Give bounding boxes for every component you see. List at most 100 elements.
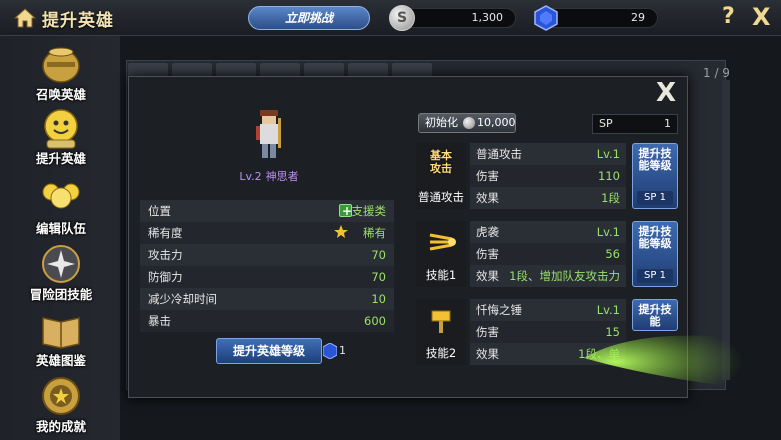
sidebar-item-achievements[interactable]: 我的成就 [18, 374, 104, 438]
skill-basic-attack: 基本攻击 普通攻击 普通攻击 Lv.1 伤害 110 效果 1段 提升技能等级 SP … [416, 143, 680, 211]
skill-badge: 技能1 [416, 221, 466, 287]
skill-effect-key: 效果 [476, 191, 499, 205]
sidebar-item-label: 冒险团技能 [29, 287, 93, 302]
stat-row: 位置 支援类 [140, 200, 394, 222]
sidebar: 召唤英雄 提升英雄 编辑队伍 冒险团技能 英雄图鉴 我的成就 [0, 36, 120, 440]
upgrade-hero-level-button[interactable]: 提升英雄等级 [216, 338, 322, 364]
hero-sprite [256, 110, 281, 158]
skill-name: 虎袭 [476, 225, 499, 239]
stat-key: 减少冷却时间 [148, 292, 217, 306]
book-icon [42, 317, 80, 349]
level-up-icon [44, 109, 78, 149]
hero-list-tab[interactable] [260, 63, 300, 77]
skill-damage-row: 伤害 56 [470, 243, 626, 265]
blue-gem-icon [323, 343, 337, 359]
gem-amount: 29 [631, 11, 645, 24]
stat-value: 10 [371, 292, 386, 306]
claw-strike-icon [429, 233, 456, 251]
skill-damage-key: 伤害 [476, 247, 499, 261]
team-icon [42, 183, 80, 209]
watermark-logo [584, 335, 744, 388]
sp-label: SP [599, 117, 613, 130]
stat-row: 暴击 600 [140, 310, 394, 332]
stat-value: 600 [364, 314, 386, 328]
sidebar-item-label: 提升英雄 [35, 151, 86, 166]
hero-list-tab[interactable] [172, 63, 212, 77]
stat-row: 防御力 70 [140, 266, 394, 288]
skill-badge-label: 技能1 [425, 268, 457, 282]
hero-list-tab[interactable] [304, 63, 344, 77]
skill-badge-label: 技能2 [425, 346, 457, 360]
modal-close-button[interactable]: X [656, 80, 676, 106]
upgrade-cost: 1 [339, 344, 346, 357]
stat-row: 攻击力 70 [140, 244, 394, 266]
skill-level: Lv.1 [596, 225, 620, 239]
stat-value: 70 [371, 248, 386, 262]
initialize-label: 初始化 [425, 116, 458, 129]
skill-badge: 基本攻击 普通攻击 [416, 143, 466, 209]
hero-list-tab[interactable] [128, 63, 168, 77]
stat-key: 稀有度 [148, 226, 183, 240]
skill-effect-row: 效果 1段 [470, 187, 626, 209]
hero-list-tab[interactable] [216, 63, 256, 77]
sidebar-item-label: 英雄图鉴 [35, 353, 86, 368]
skill-1: 技能1 虎袭 Lv.1 伤害 56 效果 1段、增加队友攻击力 提升技能等级 SP 1 [416, 221, 680, 289]
sidebar-item-edit-team[interactable]: 编辑队伍 [18, 176, 104, 240]
silver-amount: 1,300 [471, 11, 504, 24]
sidebar-item-hero-book[interactable]: 英雄图鉴 [18, 308, 104, 372]
stat-key: 攻击力 [148, 248, 183, 262]
close-screen-button[interactable]: X [752, 3, 771, 31]
skill-effect-row: 效果 1段、增加队友攻击力 [470, 265, 626, 287]
top-bar: 提升英雄 立即挑战 S 1,300 29 ? X [0, 0, 781, 36]
upgrade-skill-button[interactable]: 提升技能等级 SP 1 [632, 143, 678, 209]
initialize-button[interactable]: 初始化 10,000 [418, 113, 516, 133]
hero-list-tab[interactable] [348, 63, 388, 77]
page-title: 提升英雄 [42, 11, 114, 31]
home-icon[interactable] [14, 7, 36, 29]
silver-currency: S 1,300 [389, 5, 516, 31]
stat-key: 位置 [148, 204, 171, 218]
hero-list-tab[interactable] [392, 63, 432, 77]
skill-damage-key: 伤害 [476, 169, 499, 183]
skill-name: 忏悔之锤 [476, 303, 522, 317]
stat-row: 减少冷却时间 10 [140, 288, 394, 310]
hero-stats-table: 位置 支援类 稀有度 稀有 攻击力 70 防御力 70 减少冷却时间 10 暴击… [140, 200, 394, 332]
skill-damage-key: 伤害 [476, 325, 499, 339]
help-button[interactable]: ? [722, 4, 735, 29]
gem-currency: 29 [534, 5, 658, 31]
initialize-cost: 10,000 [477, 116, 516, 129]
hero-level: Lv.2 [239, 170, 262, 183]
upgrade-skill-label: 提升技能等级 [638, 147, 672, 172]
skill-effect: 1段、增加队友攻击力 [509, 269, 620, 283]
skill-damage: 56 [605, 247, 620, 261]
stat-value: 70 [371, 270, 386, 284]
sidebar-item-label: 编辑队伍 [35, 221, 86, 236]
hammer-icon [431, 310, 451, 333]
summon-jar-icon [42, 47, 80, 83]
page-indicator: 1 / 9 [703, 66, 730, 80]
stat-key: 暴击 [148, 314, 171, 328]
sidebar-item-summon[interactable]: 召唤英雄 [18, 42, 104, 106]
stat-key: 防御力 [148, 270, 183, 284]
sidebar-item-upgrade-hero[interactable]: 提升英雄 [18, 106, 104, 170]
upgrade-skill-sp: SP 1 [637, 269, 673, 283]
upgrade-skill-sp: SP 1 [637, 191, 673, 205]
skill-name-row: 虎袭 Lv.1 [470, 221, 626, 243]
hero-level-name: Lv.2 神思者 [216, 168, 322, 184]
sidebar-item-label: 召唤英雄 [35, 87, 86, 102]
silver-coin-icon: S [389, 5, 415, 31]
sp-counter: SP 1 [592, 114, 678, 134]
upgrade-skill-button[interactable]: 提升技能等级 SP 1 [632, 221, 678, 287]
hero-name: 神思者 [265, 170, 299, 183]
skill-name: 普通攻击 [476, 147, 522, 161]
stat-value: 支援类 [351, 204, 387, 218]
skill-badge-label: 普通攻击 [418, 190, 464, 204]
sidebar-item-guild-skill[interactable]: 冒险团技能 [18, 242, 104, 306]
skill-level: Lv.1 [596, 147, 620, 161]
medal-icon [42, 377, 80, 415]
blue-gem-icon [534, 5, 558, 31]
star-icon [334, 225, 348, 238]
skill-effect-key: 效果 [476, 269, 499, 283]
skill-name-row: 普通攻击 Lv.1 [470, 143, 626, 165]
challenge-now-button[interactable]: 立即挑战 [248, 6, 370, 30]
